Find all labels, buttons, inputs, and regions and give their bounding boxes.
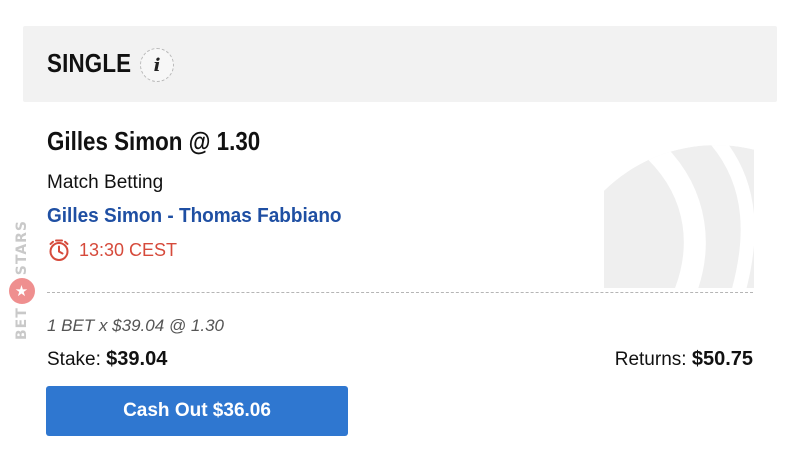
bet-type-header: SINGLE i — [23, 26, 777, 102]
stake: Stake: $39.04 — [47, 348, 167, 371]
cash-out-button[interactable]: Cash Out $36.06 — [46, 386, 348, 436]
brand-right-text: STARS — [14, 219, 30, 276]
market-name: Match Betting — [47, 172, 164, 193]
star-icon: ★ — [9, 278, 35, 305]
event-time-text: 13:30 CEST — [79, 239, 178, 260]
info-icon[interactable]: i — [140, 48, 174, 82]
bet-summary: 1 BET x $39.04 @ 1.30 — [47, 316, 224, 335]
betstars-brand: BET ★ STARS — [0, 200, 44, 360]
event-time: 13:30 CEST — [47, 236, 177, 264]
selection-title: Gilles Simon @ 1.30 — [47, 126, 261, 156]
returns-label: Returns: — [614, 349, 687, 370]
tennis-ball-icon — [604, 140, 754, 288]
event-link[interactable]: Gilles Simon - Thomas Fabbiano — [47, 205, 342, 228]
returns: Returns: $50.75 — [615, 348, 753, 371]
clock-icon — [49, 239, 69, 261]
returns-value: $50.75 — [691, 348, 753, 370]
stake-value: $39.04 — [106, 348, 168, 370]
brand-left-text: BET — [14, 307, 30, 341]
divider — [47, 292, 753, 293]
betstars-logo-icon: BET ★ STARS — [9, 220, 35, 340]
stake-label: Stake: — [47, 349, 101, 370]
bet-type-title: SINGLE — [47, 48, 132, 78]
